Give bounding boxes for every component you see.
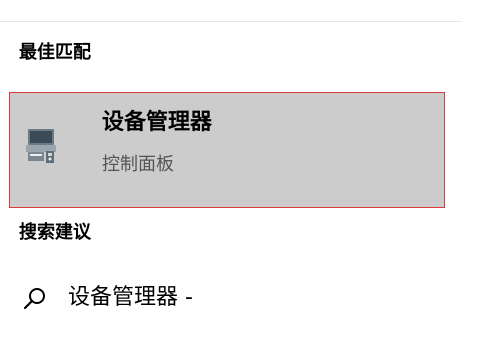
suggestion-text: 设备管理器 - xyxy=(68,285,193,310)
app-subtitle: 控制面板 xyxy=(102,154,174,175)
suggestion-item[interactable]: 设备管理器 - xyxy=(0,268,462,328)
right-gutter xyxy=(462,0,504,348)
search-results-panel: 最佳匹配 设备管理器 控制面板 搜索建议 设备管理器 - xyxy=(0,0,504,348)
divider xyxy=(0,21,462,22)
search-suggestions-header: 搜索建议 xyxy=(19,222,91,243)
best-match-result[interactable]: 设备管理器 控制面板 xyxy=(9,92,445,208)
device-manager-icon xyxy=(22,125,62,165)
best-match-header: 最佳匹配 xyxy=(19,42,91,63)
search-icon xyxy=(22,286,48,312)
app-title: 设备管理器 xyxy=(102,110,213,135)
